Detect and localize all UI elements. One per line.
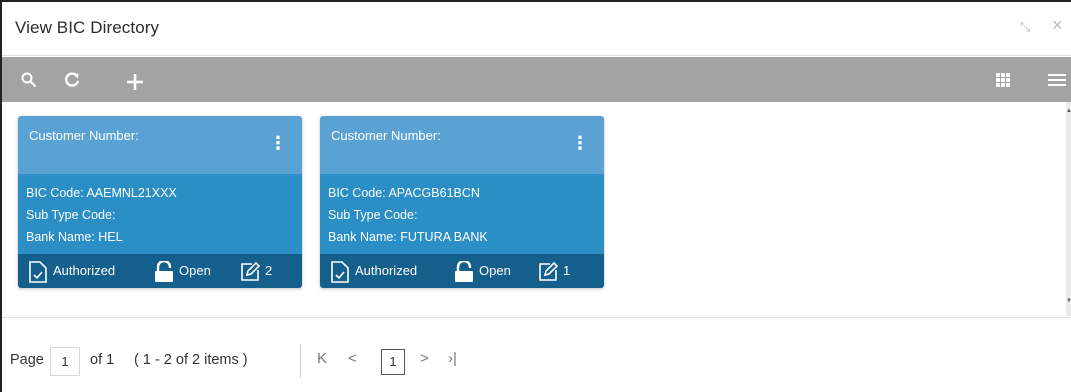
sub-type-code: Sub Type Code:	[26, 208, 116, 222]
status-text: Authorized	[355, 263, 418, 278]
lock-status-text: Open	[479, 263, 511, 278]
customer-number-label: Customer Number:	[331, 128, 441, 143]
grid-icon[interactable]	[988, 57, 1018, 102]
plus-icon[interactable]	[120, 57, 150, 102]
card-footer: Authorized Open 1	[320, 254, 604, 288]
window-title: View BIC Directory	[15, 18, 160, 37]
pagination-bar: Page 1 of 1 ( 1 - 2 of 2 items ) K < 1 >…	[2, 317, 1071, 392]
lock-status: Open	[154, 254, 211, 288]
card-grid: Customer Number: ⋮ BIC Code: AAEMNL21XXX…	[2, 102, 1066, 316]
next-page-icon[interactable]: >	[420, 350, 429, 367]
card-body: BIC Code: AAEMNL21XXX Sub Type Code: Ban…	[18, 176, 302, 254]
card-header: Customer Number: ⋮	[18, 116, 302, 176]
current-page-button[interactable]: 1	[381, 349, 405, 375]
bic-code: BIC Code: AAEMNL21XXX	[26, 186, 177, 200]
unlock-icon	[455, 260, 473, 282]
kebab-menu-icon[interactable]: ⋮	[268, 130, 288, 156]
pager-divider	[300, 344, 301, 378]
mod-number: 2	[240, 254, 272, 288]
edit-icon	[539, 261, 558, 281]
refresh-icon[interactable]	[57, 57, 87, 102]
edit-icon	[241, 261, 260, 281]
lock-status-text: Open	[179, 263, 211, 278]
authorized-document-icon	[29, 260, 47, 283]
minimize-icon[interactable]: ⤡	[1020, 19, 1030, 35]
scroll-down-icon[interactable]: ▼	[1066, 298, 1071, 304]
card-header: Customer Number: ⋮	[320, 116, 604, 176]
page-count-label: of 1	[90, 352, 115, 368]
sub-type-code: Sub Type Code:	[328, 208, 418, 222]
page-label: Page	[10, 352, 44, 368]
card-footer: Authorized Open 2	[18, 254, 302, 288]
bic-card[interactable]: Customer Number: ⋮ BIC Code: AAEMNL21XXX…	[18, 116, 302, 288]
bic-card[interactable]: Customer Number: ⋮ BIC Code: APACGB61BCN…	[320, 116, 604, 288]
authorization-status: Authorized	[330, 254, 417, 288]
scroll-up-icon[interactable]: ▲	[1066, 108, 1071, 114]
mod-number: 1	[538, 254, 570, 288]
vertical-scrollbar[interactable]: ▲ ▼	[1066, 102, 1071, 316]
kebab-menu-icon[interactable]: ⋮	[570, 130, 590, 156]
authorized-document-icon	[331, 260, 349, 283]
bank-name: Bank Name: HEL	[26, 230, 123, 244]
items-count-label: ( 1 - 2 of 2 items )	[134, 352, 248, 368]
toolbar	[2, 57, 1071, 102]
unlock-icon	[155, 260, 173, 282]
list-icon[interactable]	[1042, 57, 1071, 102]
bank-name: Bank Name: FUTURA BANK	[328, 230, 488, 244]
first-page-icon[interactable]: K	[317, 350, 327, 367]
authorization-status: Authorized	[28, 254, 115, 288]
mod-number-text: 2	[265, 263, 273, 278]
card-body: BIC Code: APACGB61BCN Sub Type Code: Ban…	[320, 176, 604, 254]
bic-directory-window: View BIC Directory ⤡ × Customer Number: …	[0, 0, 1071, 392]
search-icon[interactable]	[14, 57, 44, 102]
last-page-icon[interactable]: ›|	[448, 350, 457, 367]
prev-page-icon[interactable]: <	[348, 350, 357, 367]
close-icon[interactable]: ×	[1052, 15, 1063, 36]
lock-status: Open	[454, 254, 511, 288]
mod-number-text: 1	[563, 263, 571, 278]
status-text: Authorized	[53, 263, 116, 278]
customer-number-label: Customer Number:	[29, 128, 139, 143]
title-bar: View BIC Directory ⤡ ×	[2, 2, 1071, 56]
page-number-input[interactable]: 1	[50, 347, 80, 376]
bic-code: BIC Code: APACGB61BCN	[328, 186, 480, 200]
